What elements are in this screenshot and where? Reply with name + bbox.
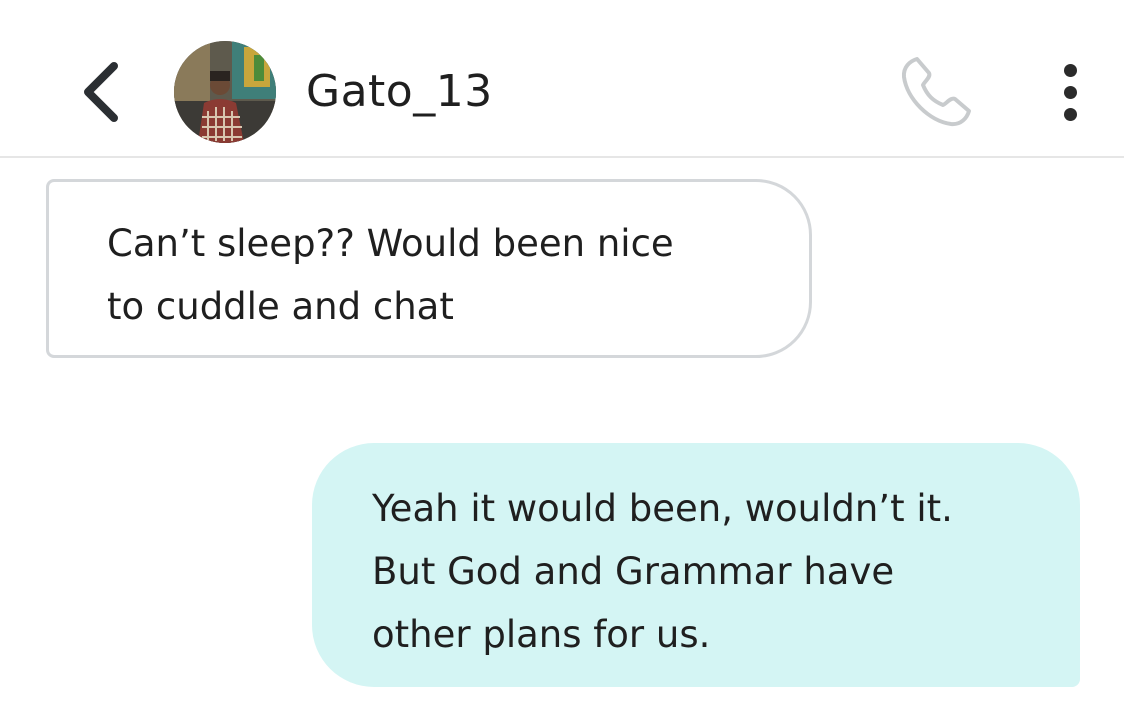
message-text: Can’t sleep?? Would been nice to cuddle … [107, 222, 674, 328]
more-vertical-icon-dot [1063, 107, 1077, 121]
chat-header: Gato_13 [0, 0, 1124, 158]
back-button[interactable] [72, 56, 128, 128]
chat-screen: Gato_13 Can’t sleep?? Would been nice to… [0, 0, 1124, 712]
more-options-button[interactable] [1046, 56, 1094, 128]
incoming-message-bubble[interactable]: Can’t sleep?? Would been nice to cuddle … [46, 179, 812, 358]
avatar[interactable] [174, 41, 276, 143]
phone-icon [901, 57, 971, 127]
more-vertical-icon [1063, 63, 1077, 77]
chevron-left-icon [84, 62, 118, 122]
more-vertical-icon-dot [1063, 85, 1077, 99]
contact-name[interactable]: Gato_13 [306, 64, 493, 120]
avatar-photo [174, 41, 276, 143]
outgoing-message-bubble[interactable]: Yeah it would been, wouldn’t it. But God… [312, 443, 1080, 687]
call-button[interactable] [890, 50, 980, 136]
message-text: Yeah it would been, wouldn’t it. But God… [372, 487, 953, 656]
